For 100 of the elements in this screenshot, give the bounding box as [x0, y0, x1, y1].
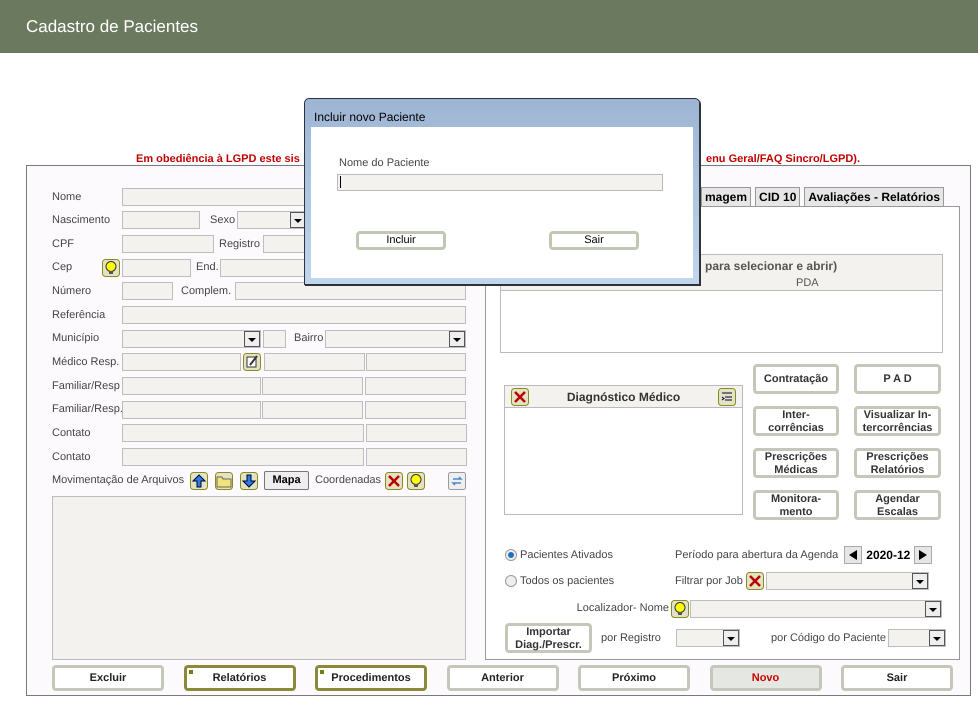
input-field[interactable] — [122, 353, 241, 372]
previous-button[interactable] — [844, 546, 862, 564]
period-value: 2020-12 — [865, 547, 912, 564]
field-label: Nascimento — [52, 213, 112, 228]
box-title: Diagnóstico Médico — [566, 388, 682, 406]
field-label: Bairro — [294, 331, 324, 346]
dropdown-field[interactable] — [237, 211, 307, 230]
field-label: Sexo — [210, 213, 236, 228]
input-field[interactable] — [122, 448, 364, 466]
footer-button[interactable]: Sair — [841, 665, 953, 691]
dropdown-field[interactable] — [325, 330, 466, 348]
tab[interactable]: CID 10 — [755, 187, 800, 206]
action-button[interactable]: Agendar Escalas — [854, 490, 941, 520]
field-label: Movimentação de Arquivos — [52, 473, 186, 488]
filter-label: por Código do Paciente — [771, 630, 887, 646]
field-label: Nome do Paciente — [339, 156, 430, 171]
menu-marker-icon — [320, 670, 324, 674]
input-field[interactable] — [264, 353, 365, 372]
page-title: Cadastro de Pacientes — [26, 16, 198, 38]
field-label: Nome — [52, 190, 82, 205]
input-field[interactable] — [262, 400, 363, 419]
input-field[interactable] — [122, 211, 200, 230]
dropdown-field[interactable] — [122, 330, 261, 348]
field-label: Familiar/Resp — [52, 378, 121, 394]
input-field[interactable] — [122, 282, 173, 300]
action-button[interactable]: Contratação — [753, 364, 839, 394]
field-label: Complem. — [181, 284, 232, 300]
dropdown-field[interactable] — [690, 600, 942, 618]
input-field[interactable] — [366, 448, 467, 466]
field-label: End. — [196, 260, 220, 276]
input-field[interactable] — [263, 330, 286, 348]
input-field[interactable] — [122, 400, 261, 419]
notice-text: Em obediência à LGPD este sis — [136, 152, 300, 167]
dialog-button[interactable]: Incluir — [356, 230, 446, 250]
action-button[interactable]: P A D — [854, 364, 941, 394]
input-field[interactable] — [122, 235, 214, 254]
dropdown-field[interactable] — [888, 629, 946, 647]
input-field[interactable] — [122, 258, 191, 277]
upload-icon[interactable] — [190, 472, 208, 490]
next-button[interactable] — [914, 546, 932, 564]
input-field[interactable] — [122, 424, 364, 442]
clear-icon[interactable] — [385, 472, 403, 490]
lightbulb-icon[interactable] — [671, 600, 689, 618]
radio-button[interactable] — [505, 549, 517, 561]
edit-icon[interactable] — [243, 353, 261, 372]
period-label: Período para abertura da Agenda — [675, 548, 838, 563]
import-button[interactable]: Importar Diag./Prescr. — [505, 623, 592, 653]
field-label: Médico Resp. — [52, 355, 120, 370]
text-area[interactable] — [52, 496, 466, 660]
input-field[interactable] — [365, 400, 466, 419]
tab[interactable]: magem — [701, 187, 752, 206]
action-button[interactable]: Monitora- mento — [753, 490, 839, 520]
footer-button[interactable]: Excluir — [52, 665, 164, 691]
column-header: PDA — [796, 276, 819, 291]
lightbulb-icon[interactable] — [407, 472, 425, 490]
footer-button[interactable]: Novo — [710, 665, 822, 691]
radio-button[interactable] — [505, 575, 517, 587]
tab[interactable]: Avaliações - Relatórios — [804, 187, 944, 206]
swap-icon[interactable] — [448, 472, 466, 490]
input-field[interactable] — [366, 424, 467, 442]
input-field[interactable] — [122, 376, 261, 395]
menu-marker-icon — [188, 670, 192, 674]
input-field[interactable] — [366, 353, 466, 372]
left-arrow-icon — [849, 550, 858, 560]
dialog-button[interactable]: Sair — [549, 230, 639, 250]
input-field[interactable] — [365, 376, 466, 395]
download-icon[interactable] — [240, 472, 258, 490]
field-label: Contato — [52, 426, 92, 441]
clear-icon[interactable] — [511, 388, 529, 406]
dropdown-field[interactable] — [676, 629, 740, 647]
input-field[interactable] — [122, 306, 466, 324]
filter-label: Filtrar por Job — [675, 574, 743, 589]
list-icon[interactable] — [718, 388, 736, 406]
field-label: Referência — [52, 308, 106, 323]
field-label: CPF — [52, 236, 75, 252]
field-label: Registro — [219, 236, 261, 252]
patient-name-field[interactable] — [337, 174, 663, 190]
action-button[interactable]: Visualizar In- tercorrências — [854, 406, 941, 436]
map-button[interactable]: Mapa — [264, 471, 309, 490]
lightbulb-icon[interactable] — [102, 258, 120, 277]
radio-label: Pacientes Ativados — [520, 548, 613, 563]
dropdown-field[interactable] — [766, 572, 929, 590]
footer-button[interactable]: Procedimentos — [315, 665, 427, 691]
action-button[interactable]: Inter- corrências — [753, 406, 839, 436]
filter-label: por Registro — [601, 630, 662, 646]
notice-text: enu Geral/FAQ Sincro/LGPD). — [706, 152, 860, 167]
action-button[interactable]: Prescrições Relatórios — [854, 448, 941, 478]
footer-button[interactable]: Próximo — [578, 665, 690, 691]
table-caption: para selecionar e abrir) — [704, 258, 838, 275]
radio-label: Todos os pacientes — [520, 574, 614, 589]
action-button[interactable]: Prescrições Médicas — [753, 448, 839, 478]
field-label: Número — [52, 284, 92, 300]
field-label: Município — [52, 331, 100, 346]
clear-icon[interactable] — [746, 572, 764, 590]
footer-button[interactable]: Relatórios — [184, 665, 296, 691]
field-label: Contato — [52, 450, 92, 465]
folder-icon[interactable] — [215, 472, 233, 490]
input-field[interactable] — [262, 376, 363, 395]
footer-button[interactable]: Anterior — [446, 665, 558, 691]
dialog-title: Incluir novo Paciente — [313, 109, 426, 126]
